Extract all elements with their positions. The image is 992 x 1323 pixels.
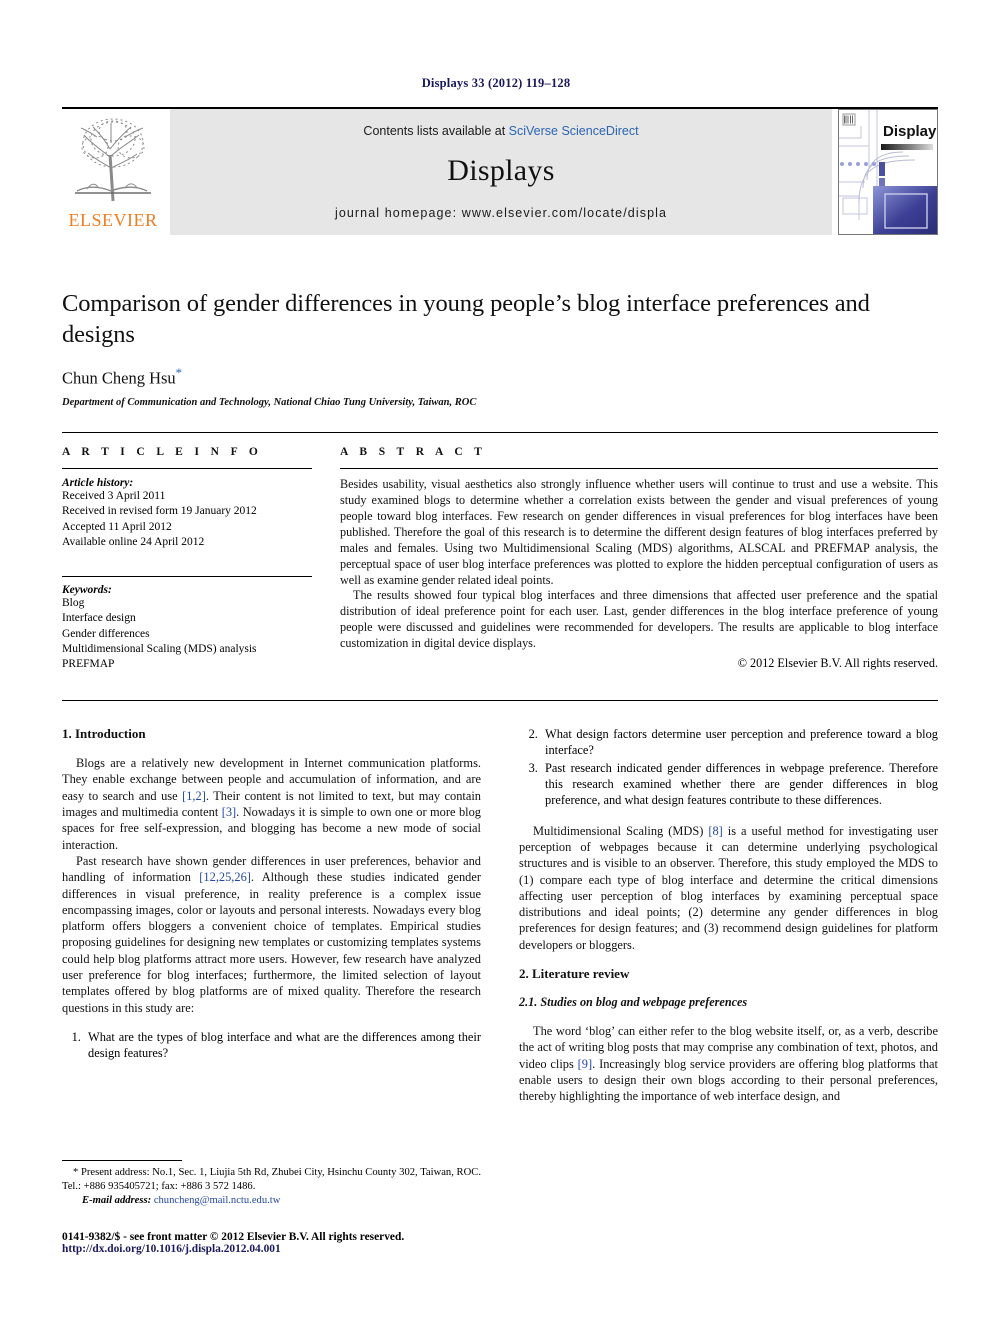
list-item: What design factors determine user perce… [541, 726, 938, 759]
text-run: Multidimensional Scaling (MDS) [533, 823, 709, 838]
body-column-left: 1. Introduction Blogs are a relatively n… [62, 726, 481, 1105]
elsevier-logo: ELSEVIER [62, 109, 164, 235]
author-line: Chun Cheng Hsu* [62, 365, 938, 389]
svg-text:Displays: Displays [883, 123, 937, 140]
journal-banner: Contents lists available at SciVerse Sci… [170, 109, 832, 235]
elsevier-wordmark: ELSEVIER [68, 210, 158, 230]
citation-ref[interactable]: [9] [578, 1057, 592, 1071]
abstract-paragraph: The results showed four typical blog int… [340, 588, 938, 651]
text-run: . Although these studies indicated gende… [62, 870, 481, 1015]
abstract-column: A B S T R A C T Besides usability, visua… [340, 446, 938, 673]
citation-ref[interactable]: [12,25,26] [199, 870, 251, 884]
text-run: is a useful method for investigating use… [519, 823, 938, 952]
imprint-block: 0141-9382/$ - see front matter © 2012 El… [62, 1231, 562, 1255]
history-online: Available online 24 April 2012 [62, 535, 205, 548]
journal-title: Displays [447, 154, 555, 187]
abstract-divider [340, 468, 938, 469]
contents-available-line: Contents lists available at SciVerse Sci… [363, 124, 638, 138]
footnote-divider [62, 1160, 182, 1161]
author-name: Chun Cheng Hsu [62, 368, 176, 388]
article-info-column: A R T I C L E I N F O Article history: R… [62, 446, 312, 673]
article-info-heading: A R T I C L E I N F O [62, 446, 263, 458]
cover-artwork: Displays [839, 110, 937, 234]
body-divider [62, 700, 938, 701]
abstract-copyright: © 2012 Elsevier B.V. All rights reserved… [737, 656, 938, 671]
literature-paragraph: The word ‘blog’ can either refer to the … [519, 1023, 938, 1105]
elsevier-tree-icon [75, 118, 151, 202]
section-heading-literature-review: 2. Literature review [519, 966, 630, 982]
contents-prefix: Contents lists available at [363, 124, 509, 138]
keywords-label: Keywords: [62, 584, 112, 597]
corresponding-author-footnote: * Present address: No.1, Sec. 1, Liujia … [62, 1160, 481, 1206]
keyword-item: Gender differences [62, 627, 150, 640]
affiliation: Department of Communication and Technolo… [62, 397, 477, 409]
citation-ref[interactable]: [8] [708, 824, 722, 838]
journal-article-page: Displays 33 (2012) 119–128 ELSEVIER Cont… [0, 0, 992, 1323]
citation-ref[interactable]: [1,2] [182, 789, 206, 803]
keyword-item: Multidimensional Scaling (MDS) analysis [62, 642, 257, 655]
email-label: E-mail address: [82, 1194, 152, 1206]
journal-masthead: ELSEVIER Contents lists available at Sci… [62, 107, 938, 237]
history-accepted: Accepted 11 April 2012 [62, 520, 172, 533]
keywords-block: Keywords: Blog Interface design Gender d… [62, 576, 312, 672]
article-history-label: Article history: [62, 477, 134, 489]
doi-link[interactable]: http://dx.doi.org/10.1016/j.displa.2012.… [62, 1243, 562, 1255]
research-questions-list-left: What are the types of blog interface and… [62, 1029, 481, 1062]
keyword-item: PREFMAP [62, 658, 115, 671]
list-item: What are the types of blog interface and… [84, 1029, 481, 1062]
history-revised: Received in revised form 19 January 2012 [62, 505, 257, 518]
history-received: Received 3 April 2011 [62, 490, 166, 502]
running-head: Displays 33 (2012) 119–128 [421, 76, 571, 90]
abstract-heading: A B S T R A C T [340, 446, 487, 458]
body-column-right: What design factors determine user perce… [519, 726, 938, 1105]
intro-paragraph-1: Blogs are a relatively new development i… [62, 755, 481, 853]
info-abstract-section: A R T I C L E I N F O Article history: R… [62, 432, 938, 673]
list-item: Past research indicated gender differenc… [541, 760, 938, 809]
section-heading-introduction: 1. Introduction [62, 726, 146, 741]
keywords-divider [62, 576, 312, 578]
journal-homepage[interactable]: journal homepage: www.elsevier.com/locat… [335, 206, 667, 220]
subsection-heading-blog-webpage-preferences: 2.1. Studies on blog and webpage prefere… [519, 995, 748, 1010]
info-divider [62, 468, 312, 469]
keyword-item: Blog [62, 597, 85, 610]
footnote-address: * Present address: No.1, Sec. 1, Liujia … [62, 1167, 481, 1192]
mds-paragraph: Multidimensional Scaling (MDS) [8] is a … [519, 823, 938, 954]
citation-ref[interactable]: [3] [222, 805, 236, 819]
corresponding-author-marker: * [175, 364, 183, 380]
journal-cover-thumbnail: Displays [838, 109, 938, 235]
issn-copyright-line: 0141-9382/$ - see front matter © 2012 El… [62, 1231, 405, 1243]
title-block: Comparison of gender differences in youn… [62, 288, 938, 408]
footnote-email-line: E-mail address: chuncheng@mail.nctu.edu.… [62, 1195, 481, 1206]
page-title: Comparison of gender differences in youn… [62, 290, 870, 349]
intro-paragraph-2: Past research have shown gender differen… [62, 853, 481, 1016]
abstract-paragraph: Besides usability, visual aesthetics als… [340, 477, 938, 587]
body-columns: 1. Introduction Blogs are a relatively n… [62, 726, 938, 1105]
keyword-item: Interface design [62, 612, 136, 625]
research-questions-list-right: What design factors determine user perce… [519, 726, 938, 809]
sciencedirect-link[interactable]: SciVerse ScienceDirect [509, 124, 639, 138]
email-link[interactable]: chuncheng@mail.nctu.edu.tw [154, 1195, 281, 1206]
